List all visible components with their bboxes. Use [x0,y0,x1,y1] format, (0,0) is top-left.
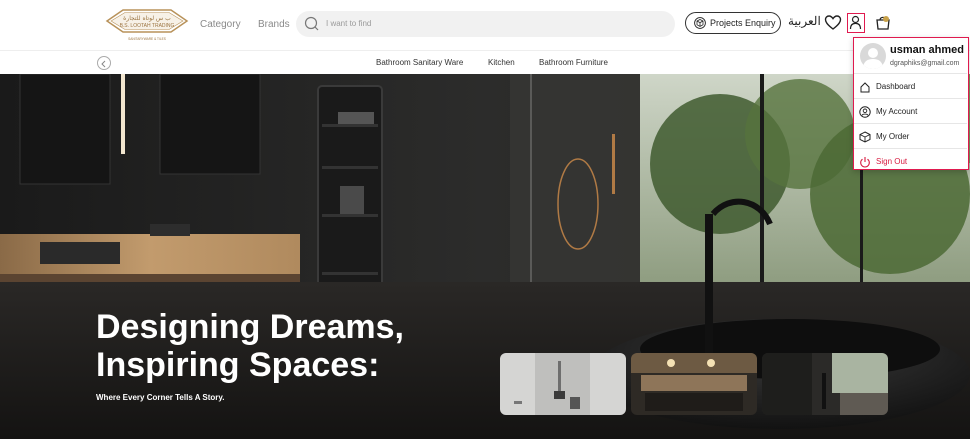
user-name: usman ahmed [890,44,964,56]
menu-item-label: My Account [876,107,918,116]
subnav-bathroom-furniture[interactable]: Bathroom Furniture [539,58,608,67]
heart-icon[interactable] [824,14,842,32]
avatar [860,43,886,69]
language-switch[interactable]: العربية [788,14,821,28]
hero-thumbnail-2[interactable] [631,353,757,415]
user-menu-dropdown: usman ahmed dgraphiks@gmail.com Dashboar… [853,37,969,170]
subnav-kitchen[interactable]: Kitchen [488,58,515,67]
page: ب س لوتاه للتجارة B.S. LOOTAH TRADING SA… [0,0,970,439]
hero-thumbnail-1[interactable] [500,353,626,415]
search-icon[interactable] [304,16,319,31]
menu-item-my-account[interactable]: My Account [854,98,967,123]
hero-headline-line2: Inspiring Spaces: [96,346,380,384]
projects-enquiry-button[interactable]: Projects Enquiry [685,12,781,34]
nav-category[interactable]: Category [200,19,241,30]
search-input[interactable]: I want to find [326,19,371,28]
logo-english-text: B.S. LOOTAH TRADING [120,23,175,29]
menu-item-label: Sign Out [876,157,908,166]
box-icon [859,131,871,143]
projects-enquiry-label: Projects Enquiry [710,18,776,28]
top-header: ب س لوتاه للتجارة B.S. LOOTAH TRADING SA… [0,0,970,50]
menu-item-label: Dashboard [876,82,916,91]
avatar-icon [863,48,883,69]
home-icon [860,82,870,93]
hero-banner: Designing Dreams, Inspiring Spaces: Wher… [0,74,970,439]
menu-item-label: My Order [876,132,910,141]
account-icon [859,106,871,118]
cube-icon [694,17,706,29]
hero-thumbnail-3[interactable] [762,353,888,415]
user-icon [849,15,862,30]
hero-headline-line1: Designing Dreams, [96,308,404,346]
menu-item-my-order[interactable]: My Order [854,123,967,148]
nav-brands[interactable]: Brands [258,19,290,30]
user-email: dgraphiks@gmail.com [890,60,960,67]
user-button[interactable] [847,13,865,33]
menu-item-sign-out[interactable]: Sign Out [854,148,967,173]
hero-headline: Designing Dreams, Inspiring Spaces: [96,308,404,384]
subnav-bathroom-sanitary-ware[interactable]: Bathroom Sanitary Ware [376,58,463,67]
power-icon [860,157,870,168]
search-bar[interactable]: I want to find [296,11,675,37]
brand-logo[interactable]: ب س لوتاه للتجارة B.S. LOOTAH TRADING SA… [99,7,195,45]
category-nav: Bathroom Sanitary Ware Kitchen Bathroom … [0,50,970,74]
back-button[interactable] [97,56,111,70]
menu-item-dashboard[interactable]: Dashboard [854,73,967,98]
cart-bag-icon[interactable] [874,13,892,31]
logo-tagline: SANITARYWARE & TILES [128,37,166,41]
logo-arabic-text: ب س لوتاه للتجارة [123,15,171,22]
chevron-left-icon [101,60,106,68]
hero-tagline: Where Every Corner Tells A Story. [96,393,225,402]
